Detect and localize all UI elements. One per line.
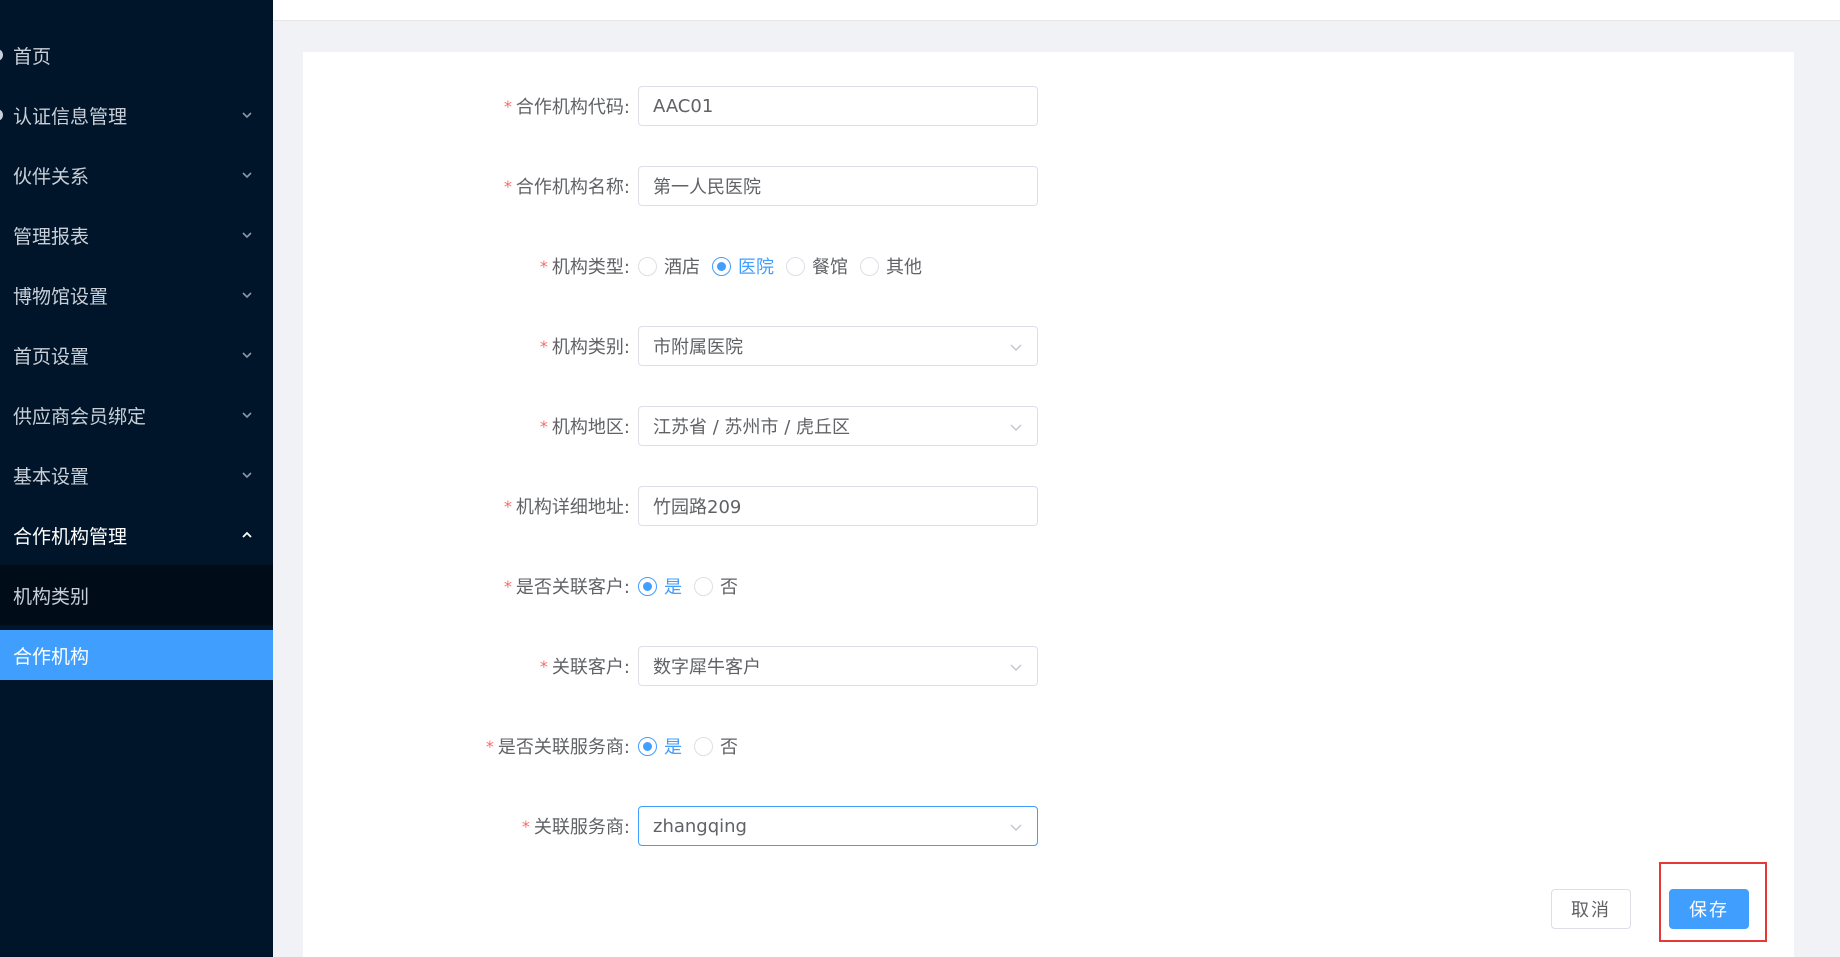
sidebar-subitem-label: 合作机构 (13, 645, 90, 668)
sidebar-item-label: 供应商会员绑定 (13, 405, 147, 428)
radio-circle-icon (638, 256, 657, 276)
required-mark: * (539, 416, 548, 436)
type-label: * 机构类型: (539, 256, 630, 279)
sidebar-item-supplier-binding[interactable]: 供应商会员绑定 (0, 385, 273, 445)
menu-indicator-icon (0, 109, 3, 121)
sidebar-item-partner-org-mgmt[interactable]: 合作机构管理 (0, 505, 273, 565)
sidebar: 首页 认证信息管理 伙伴关系 管理报表 博物馆设置 首页设置 供应商会员绑定 基… (0, 0, 273, 957)
required-mark: * (503, 176, 512, 196)
required-mark: * (539, 256, 548, 276)
required-mark: * (539, 336, 548, 356)
radio-circle-icon (694, 736, 713, 756)
form-row-type: * 机构类型: 酒店 医院 餐馆 其他 (303, 246, 1794, 286)
sidebar-subitem-label: 机构类别 (13, 585, 90, 608)
sidebar-item-home[interactable]: 首页 (0, 25, 273, 85)
cancel-button[interactable]: 取消 (1551, 889, 1631, 929)
sidebar-item-label: 合作机构管理 (13, 525, 128, 548)
type-radio-hospital[interactable]: 医院 (712, 253, 778, 279)
code-label: * 合作机构代码: (503, 96, 630, 119)
form-row-customer: * 关联客户: 数字犀牛客户 (303, 646, 1794, 686)
chevron-down-icon (242, 292, 252, 299)
chevron-down-icon (242, 352, 252, 359)
link-provider-radio-no[interactable]: 否 (694, 733, 742, 759)
sidebar-item-label: 基本设置 (13, 465, 90, 488)
sidebar-item-home-settings[interactable]: 首页设置 (0, 325, 273, 385)
link-customer-label: * 是否关联客户: (503, 576, 630, 599)
chevron-down-icon (242, 472, 252, 479)
form-row-address: * 机构详细地址: 竹园路209 (303, 486, 1794, 526)
required-mark: * (503, 96, 512, 116)
sidebar-subitem-partner-org[interactable]: 合作机构 (0, 630, 273, 680)
form-row-link-provider: * 是否关联服务商: 是 否 (303, 726, 1794, 766)
home-indicator-icon (0, 49, 3, 61)
link-provider-radio-yes[interactable]: 是 (638, 733, 686, 759)
link-customer-radio-no[interactable]: 否 (694, 573, 742, 599)
name-input[interactable]: 第一人民医院 (638, 166, 1038, 206)
sidebar-item-auth-info[interactable]: 认证信息管理 (0, 85, 273, 145)
required-mark: * (503, 496, 512, 516)
save-button-highlight-box (1659, 862, 1767, 942)
form-row-category: * 机构类别: 市附属医院 (303, 326, 1794, 366)
form-row-link-customer: * 是否关联客户: 是 否 (303, 566, 1794, 606)
type-radio-other[interactable]: 其他 (860, 253, 926, 279)
sidebar-item-partners[interactable]: 伙伴关系 (0, 145, 273, 205)
sidebar-item-basic-settings[interactable]: 基本设置 (0, 445, 273, 505)
customer-label: * 关联客户: (539, 656, 630, 679)
form-row-name: * 合作机构名称: 第一人民医院 (303, 166, 1794, 206)
customer-select[interactable]: 数字犀牛客户 (638, 646, 1038, 686)
chevron-down-icon (242, 232, 252, 239)
provider-label: * 关联服务商: (521, 816, 630, 839)
sidebar-item-reports[interactable]: 管理报表 (0, 205, 273, 265)
chevron-down-icon (1010, 824, 1022, 831)
required-mark: * (503, 576, 512, 596)
radio-checked-icon (712, 256, 731, 276)
sidebar-item-museum[interactable]: 博物馆设置 (0, 265, 273, 325)
chevron-down-icon (242, 412, 252, 419)
address-input[interactable]: 竹园路209 (638, 486, 1038, 526)
type-radio-hotel[interactable]: 酒店 (638, 253, 704, 279)
sidebar-item-label: 认证信息管理 (13, 105, 128, 128)
chevron-down-icon (1010, 424, 1022, 431)
region-label: * 机构地区: (539, 416, 630, 439)
region-cascader[interactable]: 江苏省 / 苏州市 / 虎丘区 (638, 406, 1038, 446)
category-label: * 机构类别: (539, 336, 630, 359)
provider-select[interactable]: zhangqing (638, 806, 1038, 846)
link-customer-radio-group: 是 否 (638, 566, 1038, 606)
type-radio-group: 酒店 医院 餐馆 其他 (638, 246, 1038, 286)
sidebar-item-label: 伙伴关系 (13, 165, 90, 188)
code-input[interactable]: AAC01 (638, 86, 1038, 126)
link-provider-radio-group: 是 否 (638, 726, 1038, 766)
link-provider-label: * 是否关联服务商: (485, 736, 630, 759)
radio-circle-icon (860, 256, 879, 276)
sidebar-item-label: 博物馆设置 (13, 285, 109, 308)
chevron-up-icon (242, 531, 252, 538)
category-select[interactable]: 市附属医院 (638, 326, 1038, 366)
top-bar (273, 0, 1840, 21)
link-customer-radio-yes[interactable]: 是 (638, 573, 686, 599)
chevron-down-icon (1010, 664, 1022, 671)
type-radio-restaurant[interactable]: 餐馆 (786, 253, 852, 279)
form-row-provider: * 关联服务商: zhangqing (303, 806, 1794, 846)
chevron-down-icon (242, 112, 252, 119)
radio-circle-icon (694, 576, 713, 596)
chevron-down-icon (242, 172, 252, 179)
sidebar-item-label: 首页 (13, 45, 52, 68)
required-mark: * (521, 816, 530, 836)
radio-checked-icon (638, 576, 657, 596)
required-mark: * (485, 736, 494, 756)
radio-checked-icon (638, 736, 657, 756)
form-row-code: * 合作机构代码: AAC01 (303, 86, 1794, 126)
name-label: * 合作机构名称: (503, 176, 630, 199)
sidebar-item-label: 管理报表 (13, 225, 90, 248)
form-panel: * 合作机构代码: AAC01 * 合作机构名称: 第一人民医院 * 机构类型: (303, 52, 1794, 957)
radio-circle-icon (786, 256, 805, 276)
form-row-region: * 机构地区: 江苏省 / 苏州市 / 虎丘区 (303, 406, 1794, 446)
address-label: * 机构详细地址: (503, 496, 630, 519)
sidebar-item-label: 首页设置 (13, 345, 90, 368)
required-mark: * (539, 656, 548, 676)
chevron-down-icon (1010, 344, 1022, 351)
sidebar-subitem-org-category[interactable]: 机构类别 (0, 565, 273, 625)
